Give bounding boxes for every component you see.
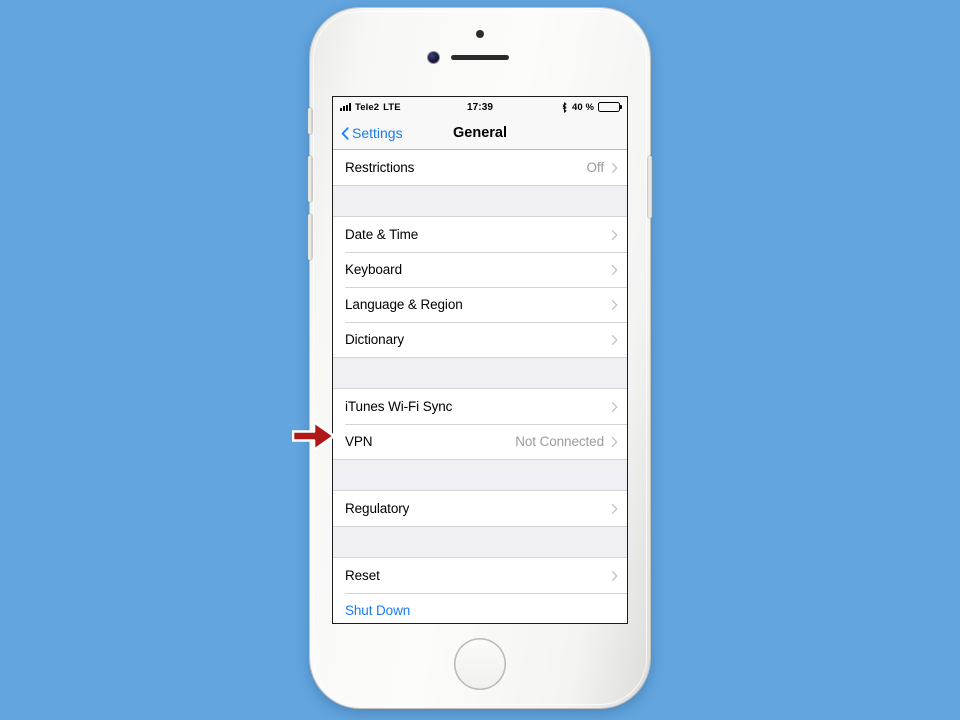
settings-row[interactable]: Regulatory xyxy=(333,491,627,526)
carrier-label: Tele2 xyxy=(355,101,380,113)
settings-group: Regulatory xyxy=(333,491,627,526)
power-button[interactable] xyxy=(648,156,652,218)
home-button[interactable] xyxy=(454,638,506,690)
screenshot-stage: Tele2 LTE 17:39 40 % Settings General Re… xyxy=(0,0,960,720)
settings-row[interactable]: Keyboard xyxy=(333,252,627,287)
settings-row[interactable]: Dictionary xyxy=(333,322,627,357)
settings-row[interactable]: Reset xyxy=(333,558,627,593)
chevron-right-icon xyxy=(611,264,618,275)
back-button[interactable]: Settings xyxy=(341,125,403,141)
volume-up-button[interactable] xyxy=(308,156,312,202)
battery-icon xyxy=(598,102,620,112)
settings-group: Date & Time Keyboard Language & Region Dict… xyxy=(333,217,627,357)
settings-row-value: Off xyxy=(586,160,605,175)
settings-row-label: Language & Region xyxy=(345,297,463,312)
volume-down-button[interactable] xyxy=(308,214,312,260)
proximity-sensor-icon xyxy=(476,30,484,38)
chevron-right-icon xyxy=(611,503,618,514)
chevron-right-icon xyxy=(611,436,618,447)
settings-row[interactable]: Restrictions Off xyxy=(333,150,627,185)
earpiece-speaker-icon xyxy=(451,55,509,60)
front-camera-icon xyxy=(428,52,439,63)
settings-row-label: Date & Time xyxy=(345,227,419,242)
phone-screen: Tele2 LTE 17:39 40 % Settings General Re… xyxy=(332,96,628,624)
chevron-right-icon xyxy=(611,570,618,581)
settings-row[interactable]: Language & Region xyxy=(333,287,627,322)
network-type-label: LTE xyxy=(383,101,401,113)
chevron-right-icon xyxy=(611,162,618,173)
status-bar-left: Tele2 LTE xyxy=(340,102,401,113)
chevron-right-icon xyxy=(611,401,618,412)
chevron-right-icon xyxy=(611,299,618,310)
settings-row-label: iTunes Wi-Fi Sync xyxy=(345,399,453,414)
settings-row-label: Restrictions xyxy=(345,160,415,175)
settings-row[interactable]: Shut Down xyxy=(333,593,627,623)
bluetooth-icon xyxy=(562,101,567,113)
settings-row[interactable]: VPN Not Connected xyxy=(333,424,627,459)
chevron-right-icon xyxy=(611,229,618,240)
chevron-left-icon xyxy=(341,126,349,140)
settings-list[interactable]: Restrictions Off Date & Time Keyboard Langua… xyxy=(333,150,627,623)
silent-switch[interactable] xyxy=(308,108,312,134)
settings-row-label: VPN xyxy=(345,434,373,449)
settings-group: Restrictions Off xyxy=(333,150,627,185)
settings-row-label: Regulatory xyxy=(345,501,410,516)
settings-group: iTunes Wi-Fi Sync VPN Not Connected xyxy=(333,389,627,459)
settings-row-value: Not Connected xyxy=(515,434,604,449)
settings-row[interactable]: iTunes Wi-Fi Sync xyxy=(333,389,627,424)
chevron-right-icon xyxy=(611,334,618,345)
signal-bars-icon xyxy=(340,103,351,111)
settings-row-label: Shut Down xyxy=(345,603,411,618)
section-gap xyxy=(333,185,627,217)
settings-row-label: Reset xyxy=(345,568,380,583)
settings-row-label: Dictionary xyxy=(345,332,405,347)
status-bar: Tele2 LTE 17:39 40 % xyxy=(333,97,627,117)
navigation-bar: Settings General xyxy=(333,117,627,150)
settings-group: Reset Shut Down xyxy=(333,558,627,623)
section-gap xyxy=(333,526,627,558)
iphone-device-frame: Tele2 LTE 17:39 40 % Settings General Re… xyxy=(308,8,652,708)
section-gap xyxy=(333,459,627,491)
status-bar-right: 40 % xyxy=(561,102,620,113)
settings-row-label: Keyboard xyxy=(345,262,402,277)
back-button-label: Settings xyxy=(352,125,403,141)
battery-percent-label: 40 % xyxy=(571,101,594,113)
section-gap xyxy=(333,357,627,389)
settings-row[interactable]: Date & Time xyxy=(333,217,627,252)
